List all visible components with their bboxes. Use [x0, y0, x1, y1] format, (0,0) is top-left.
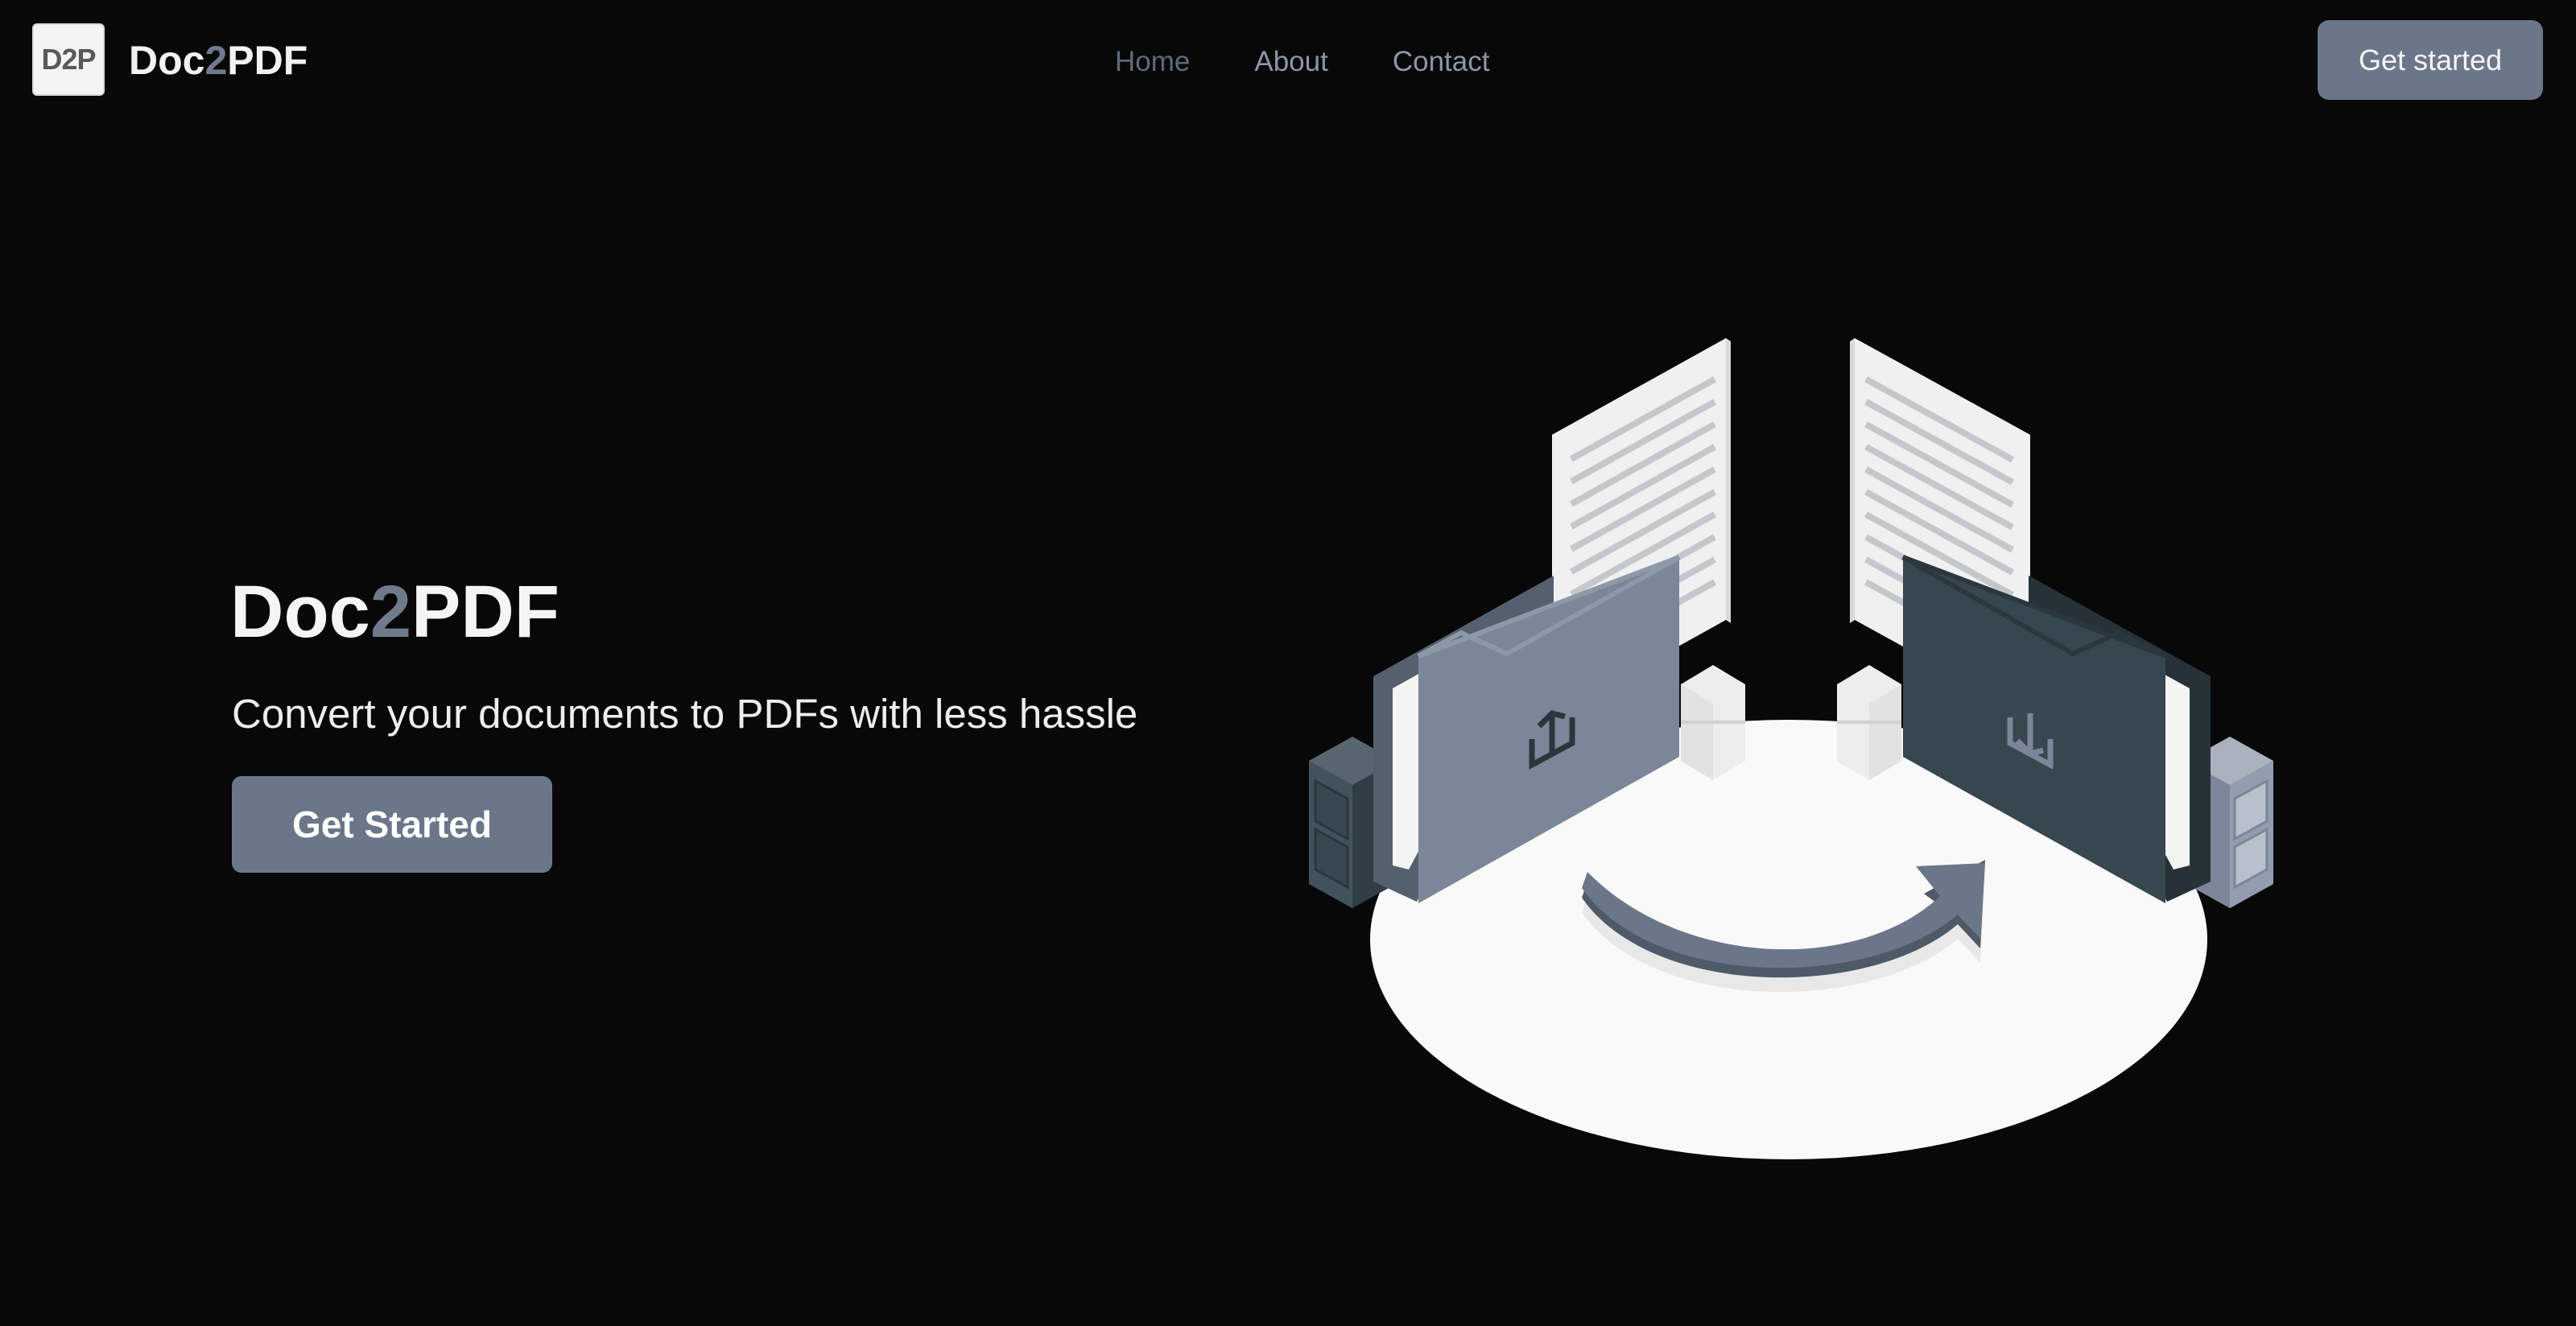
file-cabinet-icon — [1837, 665, 1901, 780]
nav-link-contact[interactable]: Contact — [1393, 42, 1490, 82]
logo-text: D2P — [41, 43, 96, 76]
hero-title-accent: 2 — [369, 571, 411, 653]
get-started-hero-button[interactable]: Get Started — [232, 776, 552, 873]
get-started-nav-button[interactable]: Get started — [2318, 20, 2543, 100]
nav-link-home[interactable]: Home — [1115, 42, 1190, 82]
brand-prefix: Doc — [129, 38, 205, 83]
navbar: D2P Doc2PDF Home About Contact Get start… — [0, 0, 2576, 121]
conversion-illustration — [1309, 338, 2273, 1159]
logo-icon[interactable]: D2P — [32, 23, 105, 96]
hero-title: Doc2PDF — [230, 564, 559, 660]
brand-name[interactable]: Doc2PDF — [129, 34, 308, 87]
hero-title-prefix: Doc — [230, 571, 370, 653]
file-cabinet-icon — [1681, 665, 1745, 780]
brand-accent: 2 — [204, 38, 228, 83]
hero-title-suffix: PDF — [411, 571, 559, 653]
hero-subtitle: Convert your documents to PDFs with less… — [232, 691, 1138, 737]
nav-link-about[interactable]: About — [1254, 42, 1327, 82]
main-nav: Home About Contact — [1115, 42, 1554, 82]
brand-suffix: PDF — [227, 38, 308, 83]
